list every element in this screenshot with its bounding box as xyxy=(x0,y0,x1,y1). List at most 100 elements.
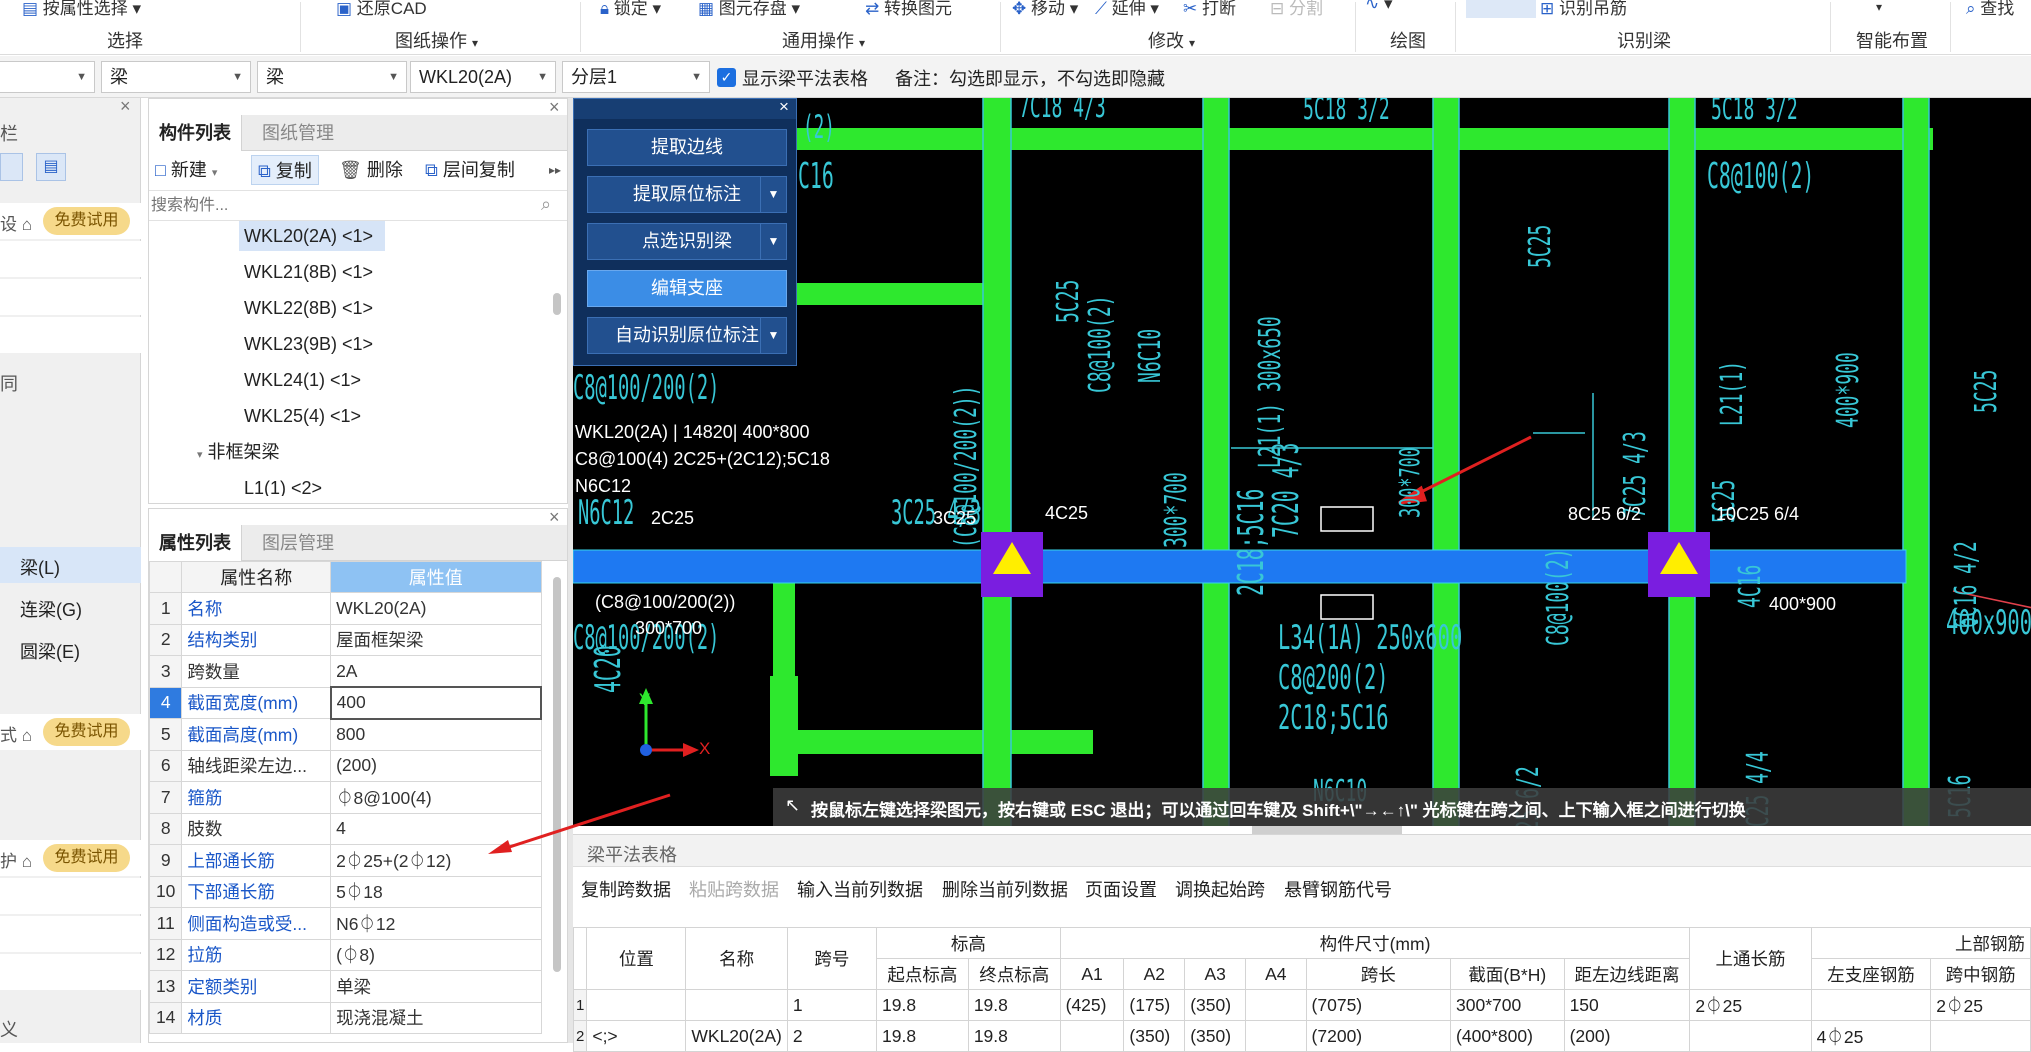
restore-cad-button[interactable]: ▣ 还原CAD xyxy=(336,0,427,19)
list-item[interactable]: WKL21(8B) <1> xyxy=(244,254,373,290)
property-row[interactable]: 3 跨数量 2A xyxy=(149,655,542,688)
table-cell[interactable]: (425) xyxy=(1059,989,1125,1021)
scrollbar[interactable] xyxy=(553,577,561,972)
free-trial-badge[interactable]: 免费试用 xyxy=(43,844,130,872)
nav-row[interactable] xyxy=(0,317,141,353)
new-button[interactable]: □ 新建 ▾ xyxy=(155,155,217,185)
list-item[interactable]: WKL23(9B) <1> xyxy=(244,326,373,362)
table-cell[interactable]: 19.8 xyxy=(967,989,1061,1021)
close-icon[interactable]: × xyxy=(120,96,131,117)
table-cell[interactable]: (7200) xyxy=(1305,1020,1452,1052)
table-cell[interactable] xyxy=(586,989,687,1021)
table-cell[interactable] xyxy=(1689,1020,1812,1052)
property-value[interactable]: 现浇混凝土 xyxy=(330,1001,542,1034)
free-trial-badge[interactable]: 免费试用 xyxy=(43,718,130,746)
delete-column-data-button[interactable]: 删除当前列数据 xyxy=(942,876,1068,902)
property-row[interactable]: 5 截面高度(mm) 800 xyxy=(149,718,542,751)
property-value[interactable]: 400 xyxy=(329,686,543,720)
floor-combo[interactable]: ▼ xyxy=(0,61,95,93)
list-item[interactable]: L1(1) <2> xyxy=(244,470,322,496)
nav-row[interactable]: 式 ⌂ 免费试用 xyxy=(0,714,141,750)
table-cell[interactable]: (350) xyxy=(1123,1020,1186,1052)
free-trial-badge[interactable]: 免费试用 xyxy=(43,207,130,235)
nav-row[interactable] xyxy=(0,241,141,277)
table-cell[interactable]: (350) xyxy=(1184,1020,1247,1052)
element-sub-type-combo[interactable]: 梁 ▼ xyxy=(257,61,407,93)
convert-element-button[interactable]: ⇄ 转换图元 xyxy=(865,0,952,19)
property-value[interactable]: (200) xyxy=(330,749,542,782)
copy-between-floors-button[interactable]: ⧉ 层间复制 xyxy=(425,155,515,185)
table-cell[interactable]: 1 xyxy=(786,989,878,1021)
table-cell[interactable]: 19.8 xyxy=(876,1020,969,1052)
nav-row[interactable] xyxy=(0,878,141,914)
property-row[interactable]: 6 轴线距梁左边... (200) xyxy=(149,749,542,782)
dropdown-arrow-icon[interactable]: ▼ xyxy=(760,224,786,259)
scrollbar[interactable] xyxy=(553,293,561,315)
save-element-button[interactable]: ▦ 图元存盘 ▾ xyxy=(698,0,800,19)
identify-hanger-button[interactable]: ⊞ 识别吊筋 xyxy=(1540,0,1627,19)
dropdown-arrow-icon[interactable]: ▼ xyxy=(760,318,786,353)
table-cell[interactable]: (400*800) xyxy=(1450,1020,1565,1052)
table-cell[interactable]: 2⏀25 xyxy=(1930,989,2031,1021)
cantilever-rebar-code-button[interactable]: 悬臂钢筋代号 xyxy=(1284,876,1392,902)
nav-item-coupling-beam[interactable]: 连梁(G) xyxy=(20,596,82,622)
more-icon[interactable]: ▸▸ xyxy=(549,155,561,185)
search-input[interactable] xyxy=(151,193,531,219)
table-cell[interactable]: 2 xyxy=(786,1020,878,1052)
group-common-ops[interactable]: 通用操作 ▾ xyxy=(782,27,865,53)
copy-button[interactable]: ⧉ 复制 xyxy=(251,155,319,185)
nav-item-beam[interactable]: 梁(L) xyxy=(0,547,141,583)
table-cell[interactable]: WKL20(2A) xyxy=(685,1020,788,1052)
table-cell[interactable] xyxy=(1810,989,1932,1021)
table-cell[interactable] xyxy=(1059,1020,1125,1052)
nav-item-ring-beam[interactable]: 圆梁(E) xyxy=(20,638,80,664)
property-value[interactable]: 2A xyxy=(330,655,542,688)
property-value[interactable]: 800 xyxy=(330,718,542,751)
table-cell[interactable]: (350) xyxy=(1184,989,1247,1021)
nav-row[interactable]: 设 ⌂ 免费试用 xyxy=(0,203,141,239)
table-cell[interactable] xyxy=(1930,1020,2031,1052)
property-value[interactable]: WKL20(2A) xyxy=(330,592,542,625)
property-row[interactable]: 12 拉筋 (⏀8) xyxy=(149,938,542,971)
property-row[interactable]: 1 名称 WKL20(2A) xyxy=(149,592,542,625)
select-by-attr-button[interactable]: ▤ 按属性选择 ▾ xyxy=(22,0,141,19)
auto-identify-origin-label-button[interactable]: 自动识别原位标注 ▼ xyxy=(587,317,787,354)
tab-property-list[interactable]: 属性列表 xyxy=(149,525,242,561)
table-cell[interactable]: 4⏀25 xyxy=(1810,1020,1932,1052)
swap-start-span-button[interactable]: 调换起始跨 xyxy=(1175,876,1265,902)
property-value[interactable]: 5⏀18 xyxy=(330,875,542,908)
table-cell[interactable]: (175) xyxy=(1123,989,1186,1021)
table-cell[interactable]: 19.8 xyxy=(967,1020,1061,1052)
extract-origin-label-button[interactable]: 提取原位标注 ▼ xyxy=(587,176,787,213)
extract-edge-button[interactable]: 提取边线 xyxy=(587,129,787,166)
tree-category[interactable]: ▾ 非框架梁 xyxy=(197,434,280,470)
page-setup-button[interactable]: 页面设置 xyxy=(1085,876,1157,902)
property-row[interactable]: 10 下部通长筋 5⏀18 xyxy=(149,875,542,908)
property-value[interactable]: N6⏀12 xyxy=(330,907,542,940)
tab-component-list[interactable]: 构件列表 xyxy=(149,115,242,151)
table-cell[interactable]: 150 xyxy=(1563,989,1691,1021)
list-item[interactable]: WKL25(4) <1> xyxy=(244,398,361,434)
dropdown-arrow-icon[interactable]: ▼ xyxy=(760,177,786,212)
layer-combo[interactable]: 分层1 ▼ xyxy=(562,61,710,93)
delete-button[interactable]: 🗑︎ 删除 xyxy=(339,155,403,185)
component-combo[interactable]: WKL20(2A) ▼ xyxy=(410,61,556,93)
extend-button[interactable]: ⟋ 延伸 ▾ xyxy=(1095,0,1159,19)
break-button[interactable]: ✂ 打断 xyxy=(1183,0,1236,19)
draw-dropdown[interactable]: ∿ ▾ xyxy=(1365,0,1393,14)
detail-view-icon[interactable]: ▤ xyxy=(36,153,66,181)
nav-row[interactable] xyxy=(0,954,141,990)
table-cell[interactable]: 300*700 xyxy=(1450,989,1565,1021)
table-cell[interactable] xyxy=(1245,989,1307,1021)
edit-support-button[interactable]: 编辑支座 xyxy=(587,270,787,307)
table-cell[interactable]: (7075) xyxy=(1305,989,1452,1021)
table-cell[interactable]: <;> xyxy=(586,1020,687,1052)
paste-span-data-button[interactable]: 粘贴跨数据 xyxy=(689,876,779,902)
list-item[interactable]: WKL20(2A) <1> xyxy=(244,221,373,254)
tab-layer-manage[interactable]: 图层管理 xyxy=(252,525,344,561)
table-cell[interactable] xyxy=(1245,1020,1307,1052)
split-button[interactable]: ⊟ 分割 xyxy=(1270,0,1323,19)
splitter-handle[interactable] xyxy=(1252,826,1402,834)
table-cell[interactable] xyxy=(685,989,788,1021)
list-item[interactable]: WKL24(1) <1> xyxy=(244,362,361,398)
